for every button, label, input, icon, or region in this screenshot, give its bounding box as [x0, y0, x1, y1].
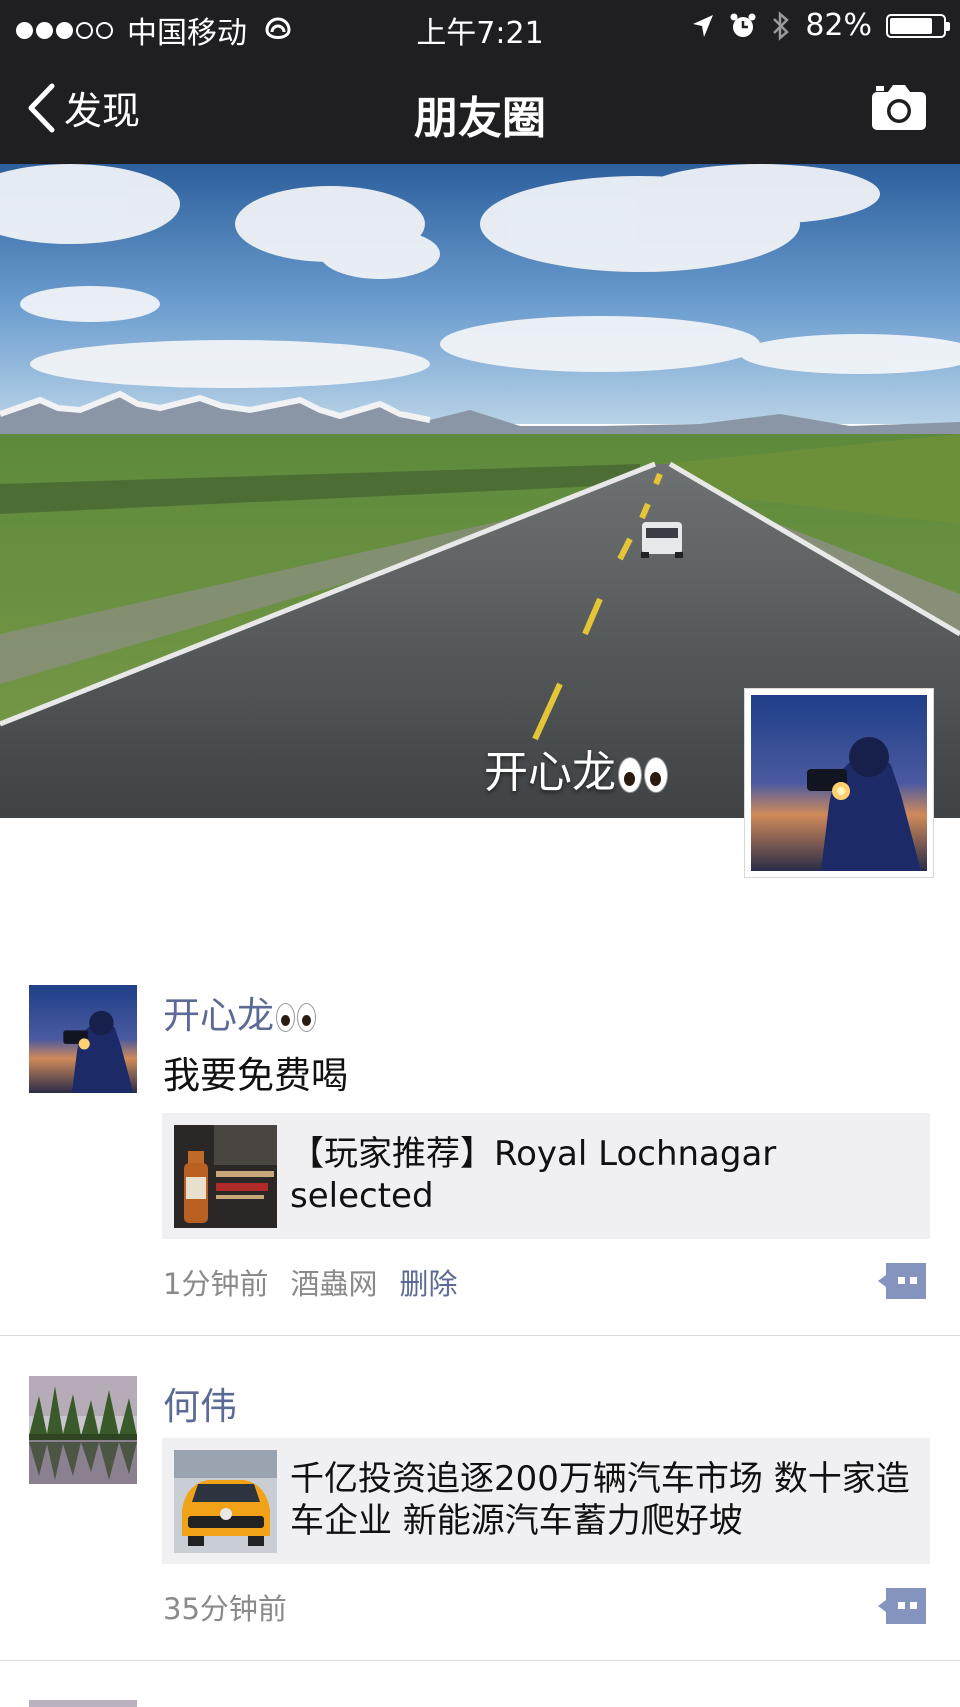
divider [0, 1660, 960, 1661]
post-text: 我要免费喝 [163, 1054, 348, 1097]
status-bar: 中国移动 上午7:21 82% [0, 0, 960, 54]
link-title: 【玩家推荐】Royal Lochnagar selected [290, 1134, 777, 1216]
poster-name[interactable]: 何伟 [163, 1376, 237, 1430]
cover-owner-text: 开心龙 [484, 747, 616, 798]
battery-icon [886, 13, 950, 38]
post-time: 35分钟前 [163, 1592, 287, 1626]
link-thumbnail [174, 1125, 277, 1228]
eyes-emoji [276, 1003, 316, 1032]
poster-name[interactable]: 开心龙 [163, 985, 316, 1039]
link-card[interactable]: 千亿投资追逐200万辆汽车市场 数十家造车企业 新能源汽车蓄力爬好坡 [162, 1438, 930, 1564]
avatar[interactable] [29, 985, 137, 1093]
cover-owner-name: 开心龙 [484, 736, 668, 800]
post-meta: 1分钟前 酒蟲网 删除 [163, 1261, 479, 1303]
status-right: 82% [691, 8, 950, 43]
eyes-emoji [618, 757, 668, 793]
poster-name-text: 开心龙 [163, 994, 274, 1037]
post-time: 1分钟前 [163, 1267, 269, 1301]
alarm-icon [730, 13, 756, 37]
comment-icon[interactable] [878, 1263, 926, 1299]
location-icon [693, 14, 714, 37]
profile-avatar[interactable] [744, 688, 934, 878]
avatar[interactable] [29, 1376, 137, 1484]
link-title: 千亿投资追逐200万辆汽车市场 数十家造车企业 新能源汽车蓄力爬好坡 [290, 1459, 910, 1541]
camera-icon[interactable] [870, 82, 928, 132]
avatar[interactable] [29, 1700, 137, 1707]
nav-bar: 发现 朋友圈 [0, 54, 960, 164]
link-card[interactable]: 【玩家推荐】Royal Lochnagar selected [162, 1113, 930, 1239]
bluetooth-icon [773, 10, 790, 41]
delete-button[interactable]: 删除 [399, 1267, 457, 1301]
link-thumbnail [174, 1450, 277, 1553]
divider [0, 1335, 960, 1336]
post-source: 酒蟲网 [290, 1267, 378, 1301]
post-meta: 35分钟前 [163, 1586, 309, 1628]
battery-percent: 82% [805, 8, 872, 43]
avatar-image [29, 1376, 137, 1484]
avatar-image [751, 695, 927, 871]
avatar-image [29, 985, 137, 1093]
comment-icon[interactable] [878, 1588, 926, 1624]
page-title: 朋友圈 [414, 93, 546, 144]
